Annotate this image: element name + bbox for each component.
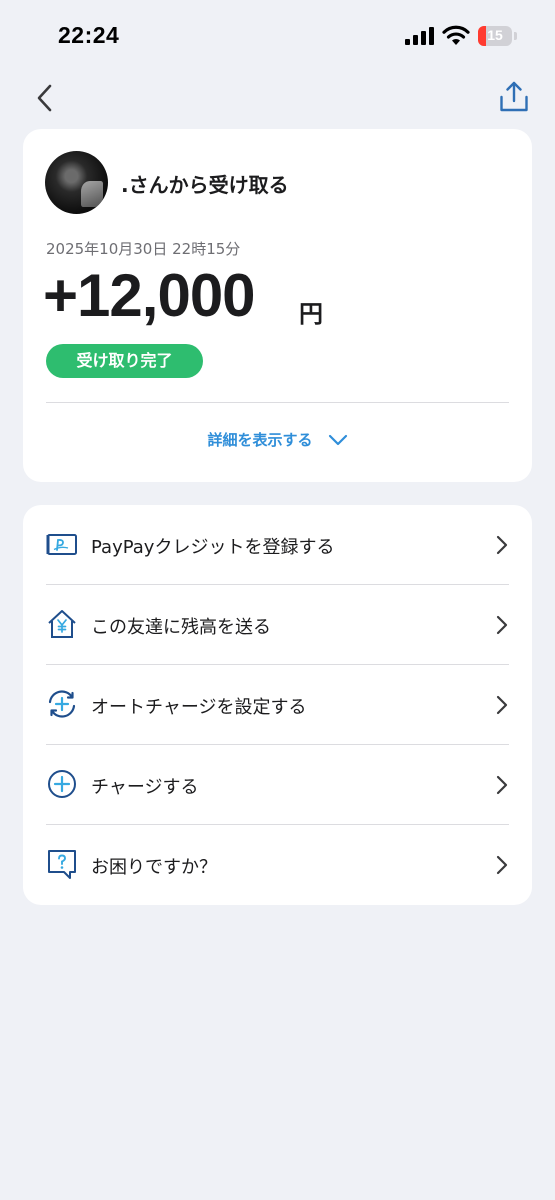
- divider: [46, 402, 509, 403]
- chevron-right-icon: [496, 615, 508, 635]
- chevron-right-icon: [496, 775, 508, 795]
- menu-item-send-balance[interactable]: この友達に残高を送る: [23, 585, 532, 665]
- chevron-right-icon: [496, 855, 508, 875]
- menu-item-label: この友達に残高を送る: [91, 617, 271, 638]
- show-details-button[interactable]: 詳細を表示する: [23, 429, 532, 457]
- show-details-label: 詳細を表示する: [207, 431, 313, 449]
- menu-item-label: PayPayクレジットを登録する: [91, 537, 335, 558]
- help-bubble-icon: [48, 850, 76, 879]
- transaction-title: .さんから受け取る: [121, 173, 289, 197]
- transaction-card: .さんから受け取る 2025年10月30日 22時15分 +12,000 円 受…: [23, 129, 532, 482]
- battery-level: 15: [487, 27, 503, 43]
- avatar: [45, 151, 108, 214]
- transaction-datetime: 2025年10月30日 22時15分: [46, 240, 241, 258]
- wifi-icon: [442, 25, 470, 45]
- credit-card-icon: [46, 534, 77, 555]
- menu-item-charge[interactable]: チャージする: [23, 745, 532, 825]
- plus-circle-icon: [48, 770, 76, 798]
- currency-label: 円: [299, 300, 323, 328]
- chevron-right-icon: [496, 695, 508, 715]
- action-menu: PayPayクレジットを登録する この友達に残高を送る オートチャージを設定する: [23, 505, 532, 905]
- yen-house-icon: [48, 610, 76, 638]
- menu-item-label: チャージする: [91, 777, 199, 798]
- menu-item-label: オートチャージを設定する: [91, 697, 307, 718]
- status-badge: 受け取り完了: [46, 344, 203, 378]
- cellular-signal-icon: [405, 27, 434, 45]
- battery-icon: 15: [478, 26, 512, 46]
- transaction-amount: +12,000: [43, 262, 256, 329]
- chevron-right-icon: [496, 535, 508, 555]
- auto-charge-icon: [48, 690, 76, 718]
- share-icon[interactable]: [498, 80, 530, 114]
- menu-item-help[interactable]: お困りですか？: [23, 825, 532, 905]
- status-bar: 22:24 15: [0, 0, 555, 70]
- menu-item-auto-charge[interactable]: オートチャージを設定する: [23, 665, 532, 745]
- battery-tip: [514, 32, 517, 40]
- chevron-down-icon: [328, 434, 347, 445]
- chevron-left-icon[interactable]: [30, 80, 62, 116]
- menu-item-register-credit[interactable]: PayPayクレジットを登録する: [23, 505, 532, 585]
- status-time: 22:24: [58, 22, 120, 48]
- menu-item-label: お困りですか？: [91, 857, 217, 878]
